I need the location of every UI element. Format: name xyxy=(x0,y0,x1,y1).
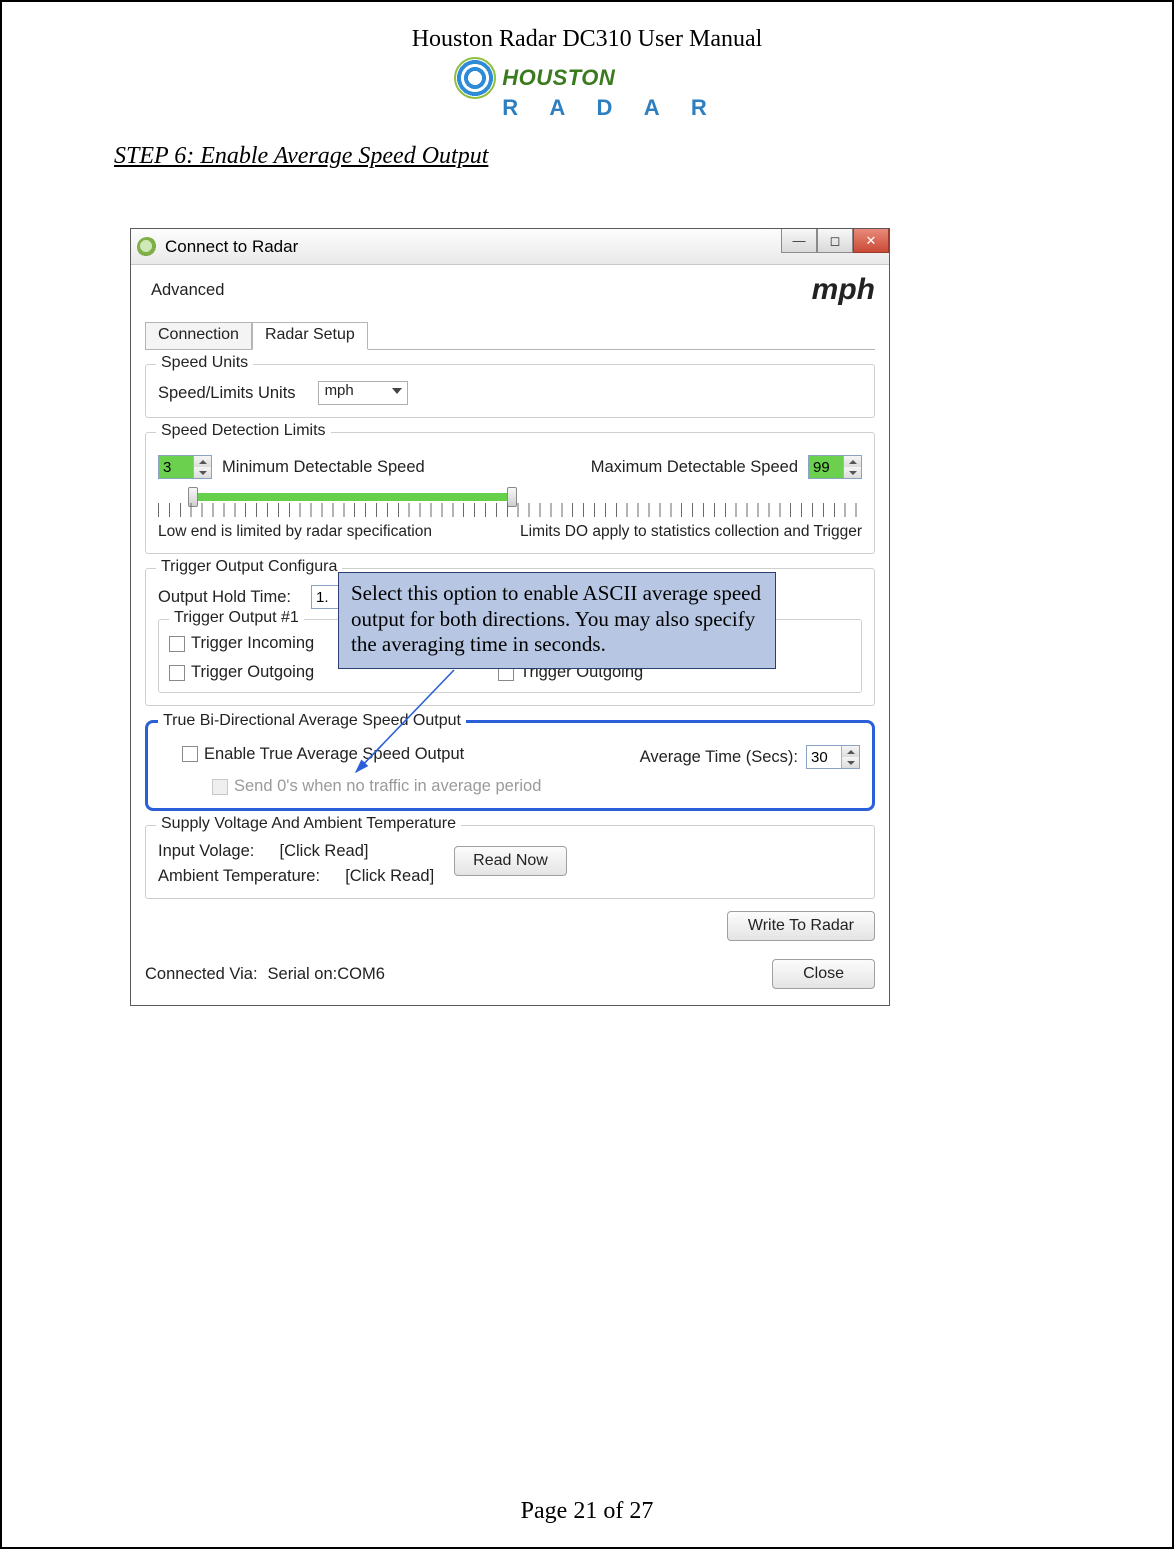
legend-speed-units: Speed Units xyxy=(156,354,253,372)
write-to-radar-button[interactable]: Write To Radar xyxy=(727,911,875,941)
legend-detection: Speed Detection Limits xyxy=(156,422,331,440)
tab-connection[interactable]: Connection xyxy=(145,322,252,350)
legend-supply: Supply Voltage And Ambient Temperature xyxy=(156,815,461,833)
label-connected-via: Connected Via: xyxy=(145,965,258,984)
window-titlebar: Connect to Radar — ◻ ✕ xyxy=(131,229,889,265)
close-button[interactable]: Close xyxy=(772,959,875,989)
app-icon xyxy=(137,237,157,257)
annotation-callout: Select this option to enable ASCII avera… xyxy=(338,572,776,669)
document-title: Houston Radar DC310 User Manual xyxy=(2,26,1172,53)
avg-time-stepper[interactable] xyxy=(806,745,860,769)
range-slider[interactable] xyxy=(158,491,862,517)
tab-radar-setup[interactable]: Radar Setup xyxy=(252,322,368,350)
check-trigger-incoming-1[interactable] xyxy=(169,636,185,652)
max-speed-input[interactable] xyxy=(809,456,843,478)
note-limits-apply: Limits DO apply to statistics collection… xyxy=(520,523,862,541)
logo-text-radar: R A D A R xyxy=(502,95,720,121)
min-speed-input[interactable] xyxy=(159,456,193,478)
max-speed-stepper[interactable] xyxy=(808,455,862,479)
window-title: Connect to Radar xyxy=(165,237,298,257)
avg-time-input[interactable] xyxy=(807,746,841,768)
value-connected-via: Serial on:COM6 xyxy=(268,965,385,984)
label-hold-time: Output Hold Time: xyxy=(158,588,291,607)
select-speed-units[interactable]: mph xyxy=(318,381,408,405)
hold-time-input[interactable] xyxy=(312,586,340,608)
label-avg-time: Average Time (Secs): xyxy=(640,748,798,767)
screenshot-app-window: Connect to Radar — ◻ ✕ Advanced mph Conn… xyxy=(130,228,890,1006)
label-ambient-temp: Ambient Temperature: xyxy=(158,867,320,886)
label-input-voltage: Input Volage: xyxy=(158,842,254,861)
tab-strip: Connection Radar Setup xyxy=(145,321,875,350)
check-enable-avg-output[interactable] xyxy=(182,746,198,762)
logo-text-houston: HOUSTON xyxy=(502,65,615,91)
label-speed-units: Speed/Limits Units xyxy=(158,384,296,403)
check-trigger-outgoing-1[interactable] xyxy=(169,665,185,681)
group-detection-limits: Speed Detection Limits Minimum Detectabl… xyxy=(145,432,875,554)
group-supply-voltage: Supply Voltage And Ambient Temperature I… xyxy=(145,825,875,899)
label-min-speed: Minimum Detectable Speed xyxy=(222,458,425,477)
label-enable-avg: Enable True Average Speed Output xyxy=(204,745,464,764)
legend-trigger: Trigger Output Configura xyxy=(156,558,342,576)
chevron-down-icon xyxy=(392,388,402,394)
group-avg-speed-output: True Bi-Directional Average Speed Output… xyxy=(145,720,875,811)
page-footer: Page 21 of 27 xyxy=(2,1498,1172,1525)
group-speed-units: Speed Units Speed/Limits Units mph xyxy=(145,364,875,418)
label-max-speed: Maximum Detectable Speed xyxy=(591,458,798,477)
legend-trigger1: Trigger Output #1 xyxy=(169,609,304,627)
note-low-end: Low end is limited by radar specificatio… xyxy=(158,523,432,541)
units-indicator: mph xyxy=(812,273,875,307)
radar-wave-icon xyxy=(454,57,496,99)
maximize-button[interactable]: ◻ xyxy=(817,229,853,253)
close-window-button[interactable]: ✕ xyxy=(853,229,889,253)
value-input-voltage: [Click Read] xyxy=(280,842,369,861)
legend-avg: True Bi-Directional Average Speed Output xyxy=(158,712,466,730)
brand-logo: HOUSTON R A D A R xyxy=(2,57,1172,121)
min-speed-stepper[interactable] xyxy=(158,455,212,479)
minimize-button[interactable]: — xyxy=(781,229,817,253)
step-heading: STEP 6: Enable Average Speed Output xyxy=(114,143,1172,170)
label-send-zeros: Send 0's when no traffic in average peri… xyxy=(234,777,541,796)
document-page: Houston Radar DC310 User Manual HOUSTON … xyxy=(0,0,1174,1549)
read-now-button[interactable]: Read Now xyxy=(454,846,567,876)
check-send-zeros xyxy=(212,779,228,795)
menu-advanced[interactable]: Advanced xyxy=(151,281,224,300)
value-ambient-temp: [Click Read] xyxy=(345,867,434,886)
